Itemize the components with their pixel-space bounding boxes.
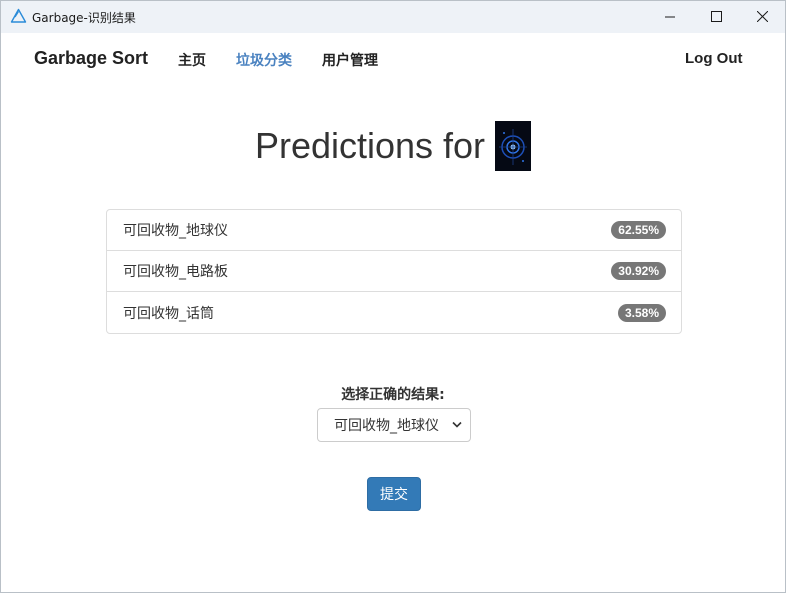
submit-button[interactable]: 提交 (367, 477, 421, 511)
uploaded-image-thumbnail (495, 121, 532, 171)
nav-link-user-management[interactable]: 用户管理 (322, 50, 378, 70)
list-item: 可回收物_地球仪 62.55% (107, 210, 681, 251)
window-title: Garbage-识别结果 (32, 11, 136, 25)
brand-link[interactable]: Garbage Sort (34, 48, 148, 69)
maximize-button[interactable] (693, 1, 739, 32)
close-icon (756, 11, 768, 22)
page-heading: Predictions for (1, 121, 785, 171)
prediction-label: 可回收物_电路板 (123, 264, 228, 280)
probability-badge: 30.92% (611, 262, 666, 280)
select-value: 可回收物_地球仪 (334, 418, 439, 434)
prediction-list: 可回收物_地球仪 62.55% 可回收物_电路板 30.92% 可回收物_话筒 … (106, 209, 682, 334)
chevron-down-icon (452, 421, 462, 428)
nav-link-garbage-sort[interactable]: 垃圾分类 (236, 50, 292, 70)
select-label: 选择正确的结果: (341, 387, 445, 403)
thumbnail-image (495, 121, 532, 171)
nav-link-home[interactable]: 主页 (178, 50, 206, 70)
correct-result-select[interactable]: 可回收物_地球仪 (317, 408, 471, 442)
minimize-button[interactable] (647, 1, 693, 32)
maximize-icon (710, 11, 722, 22)
logout-link[interactable]: Log Out (685, 50, 742, 67)
window-titlebar: Garbage-识别结果 (1, 1, 785, 33)
close-button[interactable] (739, 1, 785, 32)
page-title: Predictions for (254, 125, 486, 166)
prediction-label: 可回收物_地球仪 (123, 223, 228, 239)
navbar: Garbage Sort 主页 垃圾分类 用户管理 Log Out (1, 33, 785, 85)
recycle-icon (10, 8, 27, 23)
prediction-label: 可回收物_话筒 (123, 305, 214, 322)
probability-badge: 3.58% (617, 303, 666, 322)
list-item: 可回收物_话筒 3.58% (107, 292, 681, 333)
probability-badge: 62.55% (611, 221, 666, 239)
minimize-icon (665, 16, 675, 17)
list-item: 可回收物_电路板 30.92% (107, 251, 681, 292)
